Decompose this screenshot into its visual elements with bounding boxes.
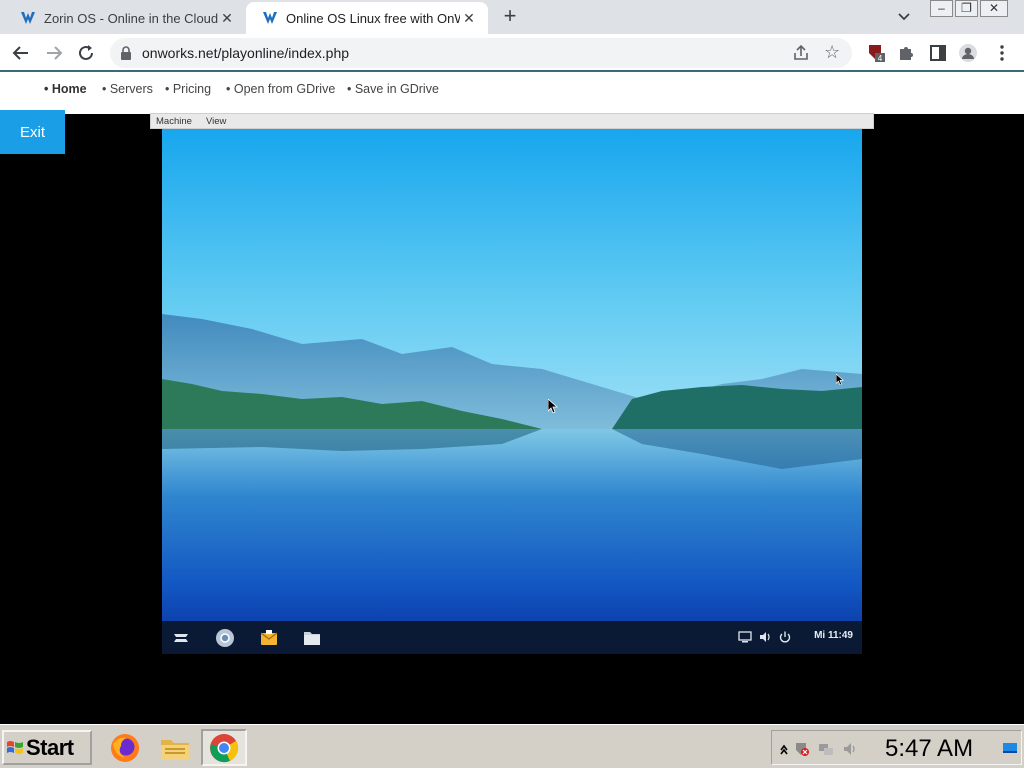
zorin-menu-icon[interactable]: [171, 628, 191, 648]
power-tray-icon[interactable]: [778, 630, 792, 644]
secondary-pointer-icon: [836, 374, 844, 385]
show-desktop-icon[interactable]: [1002, 740, 1018, 756]
desktop-wallpaper-lake: [162, 129, 862, 654]
extensions-puzzle-icon[interactable]: [896, 43, 916, 63]
taskbar-chrome[interactable]: [201, 729, 247, 766]
address-bar[interactable]: onworks.net/playonline/index.php ☆: [110, 38, 852, 68]
taskbar-clock[interactable]: 5:47 AM: [885, 735, 973, 763]
reload-icon[interactable]: [75, 42, 97, 64]
tab-close-icon[interactable]: ✕: [218, 10, 236, 27]
nav-pricing-link[interactable]: • Pricing: [165, 82, 211, 96]
back-arrow-icon[interactable]: [10, 42, 32, 64]
tab-title: Zorin OS - Online in the Cloud: [44, 10, 218, 26]
bookmark-star-icon[interactable]: ☆: [824, 42, 840, 63]
onworks-favicon-icon: [21, 12, 35, 24]
new-tab-button[interactable]: +: [498, 5, 522, 29]
start-button[interactable]: Start: [2, 730, 92, 765]
exit-button[interactable]: Exit: [0, 110, 65, 154]
nav-save-gdrive-link[interactable]: • Save in GDrive: [347, 82, 439, 96]
side-panel-icon[interactable]: [928, 43, 948, 63]
profile-avatar-icon[interactable]: [958, 43, 978, 63]
url-text[interactable]: onworks.net/playonline/index.php: [142, 45, 349, 61]
onworks-favicon-icon: [263, 12, 277, 24]
display-tray-icon[interactable]: [738, 630, 752, 644]
browser-tab-strip: Zorin OS - Online in the Cloud ✕ Online …: [0, 0, 1024, 34]
tab-search-chevron-icon[interactable]: [894, 8, 914, 26]
browser-menu-kebab-icon[interactable]: [992, 43, 1012, 63]
nav-servers-link[interactable]: • Servers: [102, 82, 153, 96]
tab-title: Online OS Linux free with OnWorks: [286, 10, 460, 26]
taskbar-file-explorer[interactable]: [154, 729, 196, 766]
windows-flag-icon: [7, 740, 23, 754]
files-folder-icon[interactable]: [302, 628, 322, 648]
system-tray: 5:47 AM: [771, 730, 1022, 765]
forward-arrow-icon[interactable]: [43, 42, 65, 64]
close-window-icon[interactable]: ✕: [980, 0, 1008, 17]
browser-toolbar: onworks.net/playonline/index.php ☆ 4: [0, 34, 1024, 72]
vm-desktop[interactable]: Mi 11:49: [162, 129, 862, 654]
mail-client-icon[interactable]: [259, 628, 279, 648]
chrome-icon: [210, 733, 239, 762]
vm-menu-view[interactable]: View: [206, 116, 226, 127]
show-hidden-icons-chevron-icon[interactable]: [776, 741, 792, 757]
site-navigation: • Home • Servers • Pricing • Open from G…: [0, 72, 1024, 114]
window-controls: – ❐ ✕: [928, 0, 1008, 18]
vm-menu-machine[interactable]: Machine: [156, 116, 192, 127]
network-tray-icon[interactable]: [818, 741, 834, 757]
chromium-icon[interactable]: [215, 628, 235, 648]
file-explorer-folder-icon: [161, 739, 189, 760]
taskbar-firefox[interactable]: [104, 729, 146, 766]
nav-open-gdrive-link[interactable]: • Open from GDrive: [226, 82, 335, 96]
start-label: Start: [26, 734, 74, 760]
tab-zorin-os[interactable]: Zorin OS - Online in the Cloud ✕: [4, 2, 246, 34]
lock-icon[interactable]: [120, 46, 132, 60]
firefox-icon: [111, 733, 139, 762]
host-taskbar: Start 5:47 AM: [0, 724, 1024, 768]
share-icon[interactable]: [792, 45, 810, 61]
volume-tray-icon[interactable]: [758, 630, 772, 644]
nav-home-link[interactable]: • Home: [44, 82, 87, 96]
minimize-icon[interactable]: –: [930, 0, 953, 17]
extension-shield-icon[interactable]: 4: [866, 43, 886, 63]
restore-icon[interactable]: ❐: [955, 0, 978, 17]
volume-tray-icon[interactable]: [842, 741, 858, 757]
extension-badge: 4: [878, 54, 883, 63]
vm-panel-clock[interactable]: Mi 11:49: [814, 630, 853, 641]
tab-onworks[interactable]: Online OS Linux free with OnWorks ✕: [246, 2, 488, 34]
vm-menubar: Machine View: [150, 113, 874, 129]
security-alert-tray-icon[interactable]: [794, 741, 810, 757]
mouse-pointer-icon: [548, 399, 558, 413]
zorin-panel: Mi 11:49: [162, 621, 862, 654]
tab-close-icon[interactable]: ✕: [460, 10, 478, 27]
